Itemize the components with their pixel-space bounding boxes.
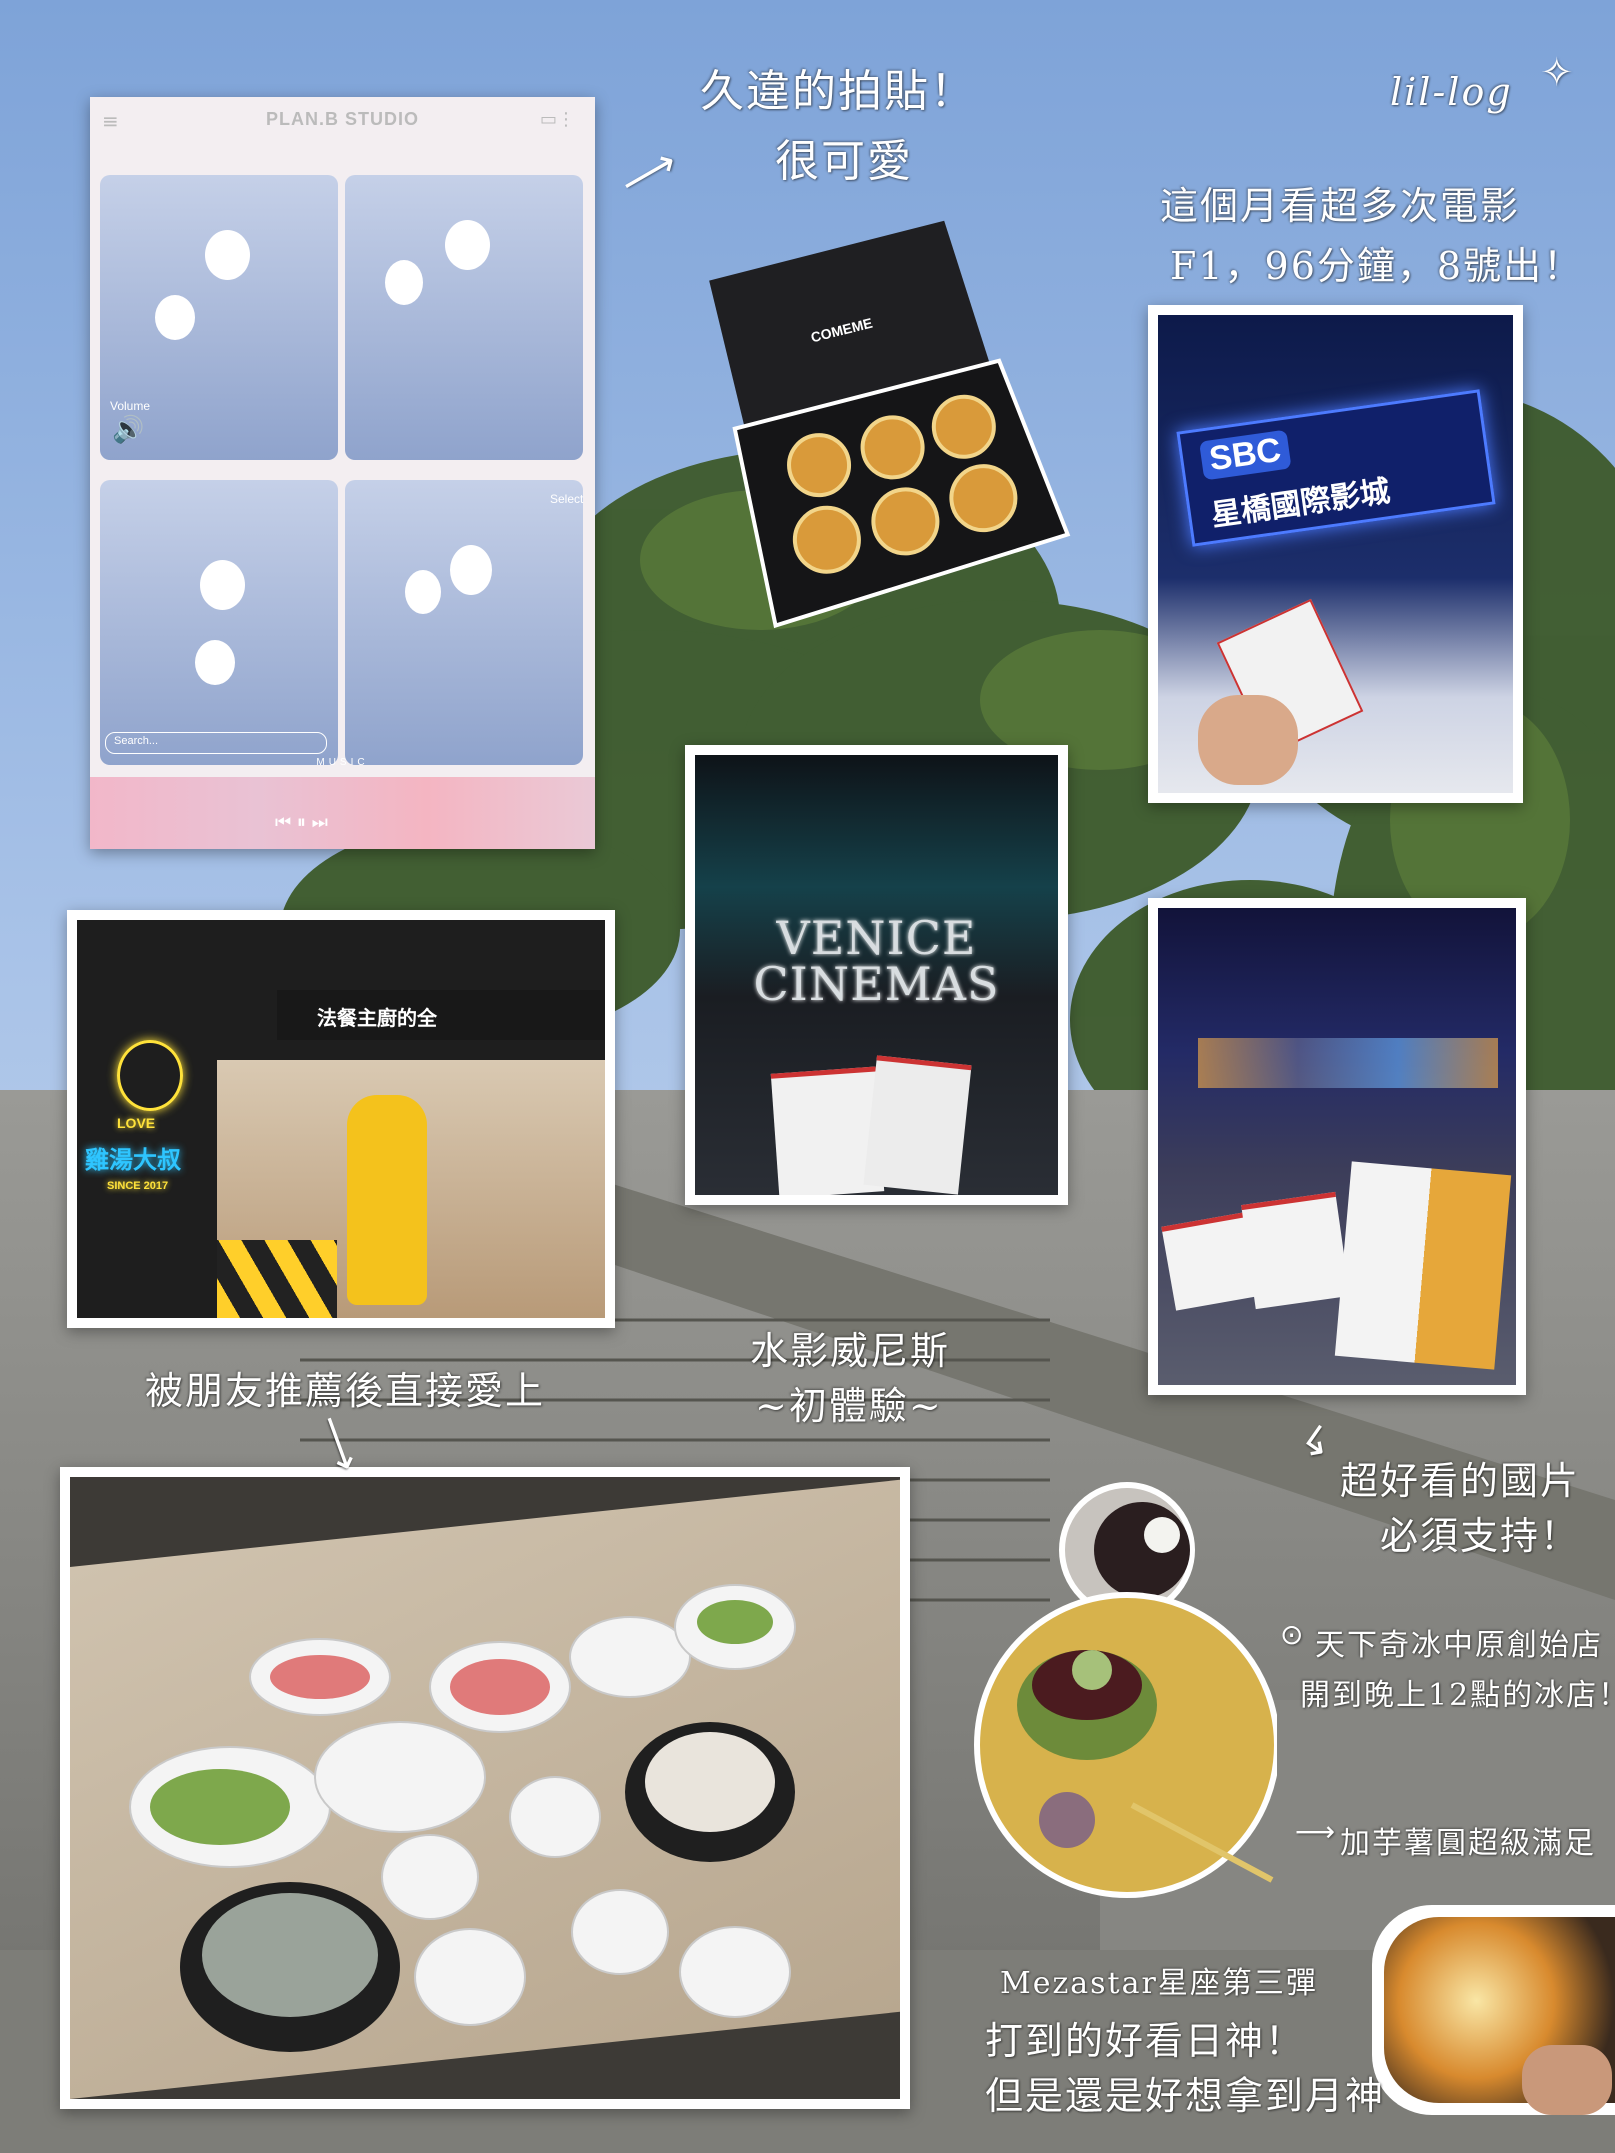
- venice-line1: VENICE: [776, 911, 977, 965]
- photobooth-note-line2: 很可愛: [775, 136, 913, 187]
- flower-strip: [90, 777, 595, 849]
- blurred-face: [450, 545, 492, 595]
- hand: [1522, 2045, 1612, 2115]
- sbc-cinema-photo: SBC 星橋國際影城: [1148, 305, 1523, 803]
- location-pin-icon: ⊙: [1280, 1618, 1304, 1651]
- sbc-sign: SBC 星橋國際影城: [1176, 389, 1496, 547]
- photo-strip-cell-4: [345, 480, 583, 765]
- select-label[interactable]: Select: [550, 492, 583, 506]
- korean-movie-note-line2: 必須支持！: [1380, 1514, 1581, 1558]
- arrow-icon: ⟶: [1295, 1815, 1336, 1848]
- restaurant-sign-bar: 法餐主廚的全: [277, 990, 605, 1040]
- sparkle-icon: ✧: [1540, 50, 1574, 96]
- blurred-face: [205, 230, 250, 280]
- blurred-face: [155, 295, 195, 340]
- search-placeholder: Search...: [114, 735, 159, 747]
- volume-label[interactable]: Volume: [110, 399, 150, 413]
- neon-sign: LOVE 雞湯大叔 SINCE 2017: [77, 1020, 217, 1250]
- yellow-mascot-standee: [347, 1095, 427, 1305]
- blurred-face: [195, 640, 235, 685]
- shaved-ice-dessert: [974, 1482, 1280, 1898]
- venice-sign: VENICE CINEMAS: [695, 915, 1058, 1007]
- mezastar-card-photo: [1372, 1905, 1615, 2115]
- photobooth-screenshot: ≡ PLAN.B STUDIO ▭⋮ Volume 🔊 Select Searc…: [90, 97, 595, 849]
- venice-ticket-2: [863, 1055, 972, 1195]
- lobby-lights: [1198, 1038, 1498, 1088]
- mezastar-note-line2: 打到的好看日神！: [985, 2019, 1306, 2063]
- shaved-ice-photo: [972, 1480, 1280, 1900]
- blurred-face: [405, 570, 441, 614]
- neon-top: LOVE: [117, 1115, 156, 1131]
- ice-shop-note-line2: 開到晚上12點的冰店！: [1300, 1678, 1615, 1713]
- egg-tart-box: [709, 220, 1071, 629]
- hot-pot-dishes: [129, 1584, 796, 2052]
- popcorn-bag: [1334, 1161, 1512, 1370]
- neon-face-icon: [117, 1040, 183, 1111]
- chicken-soup-restaurant-photo: 法餐主廚的全 LOVE 雞湯大叔 SINCE 2017: [67, 910, 615, 1328]
- ice-shop-note-line1: 天下奇冰中原創始店: [1315, 1628, 1603, 1663]
- venice-lobby-photo: [1148, 898, 1526, 1395]
- photo-strip-cell-3: [100, 480, 338, 765]
- photobooth-top-bar: ≡ PLAN.B STUDIO ▭⋮: [90, 97, 595, 147]
- lobby-ticket-2: [1241, 1191, 1350, 1310]
- hand: [1198, 695, 1298, 785]
- search-input[interactable]: Search...: [105, 732, 327, 754]
- movies-note-line1: 這個月看超多次電影: [1160, 184, 1521, 228]
- blurred-face: [385, 260, 423, 305]
- mezastar-note-line3: 但是還是好想拿到月神: [985, 2074, 1386, 2118]
- blurred-face: [445, 220, 490, 270]
- mezastar-note-line1: Mezastar星座第三彈: [1000, 1966, 1318, 2001]
- photobooth-note-line1: 久違的拍貼！: [700, 66, 976, 117]
- music-label: MUSIC: [316, 757, 369, 768]
- venice-note-line2: ~初體驗~: [755, 1384, 943, 1428]
- neon-since: SINCE 2017: [107, 1180, 169, 1192]
- korean-movie-note-line1: 超好看的國片: [1340, 1459, 1581, 1503]
- movies-note-line2: F1，96分鐘，8號出！: [1170, 244, 1584, 288]
- sbc-name: 星橋國際影城: [1209, 474, 1393, 533]
- speaker-icon[interactable]: 🔊: [112, 415, 144, 445]
- photo-strip-cell-2: [345, 175, 583, 460]
- venice-line2: CINEMAS: [753, 957, 1000, 1011]
- hot-pot-table-photo: [60, 1467, 910, 2109]
- venice-cinemas-photo: VENICE CINEMAS: [685, 745, 1068, 1205]
- signature: lil-log: [1390, 70, 1513, 114]
- sbc-logo: SBC: [1199, 429, 1292, 481]
- yellow-floor: [217, 1240, 337, 1318]
- hotpot-note: 被朋友推薦後直接愛上: [145, 1369, 546, 1413]
- taro-note: 加芋薯圓超級滿足: [1340, 1826, 1596, 1861]
- play-controls-icon[interactable]: ⏮ ⏸ ⏭: [275, 812, 328, 833]
- neon-main: 雞湯大叔: [85, 1147, 181, 1174]
- cast-icon[interactable]: ▭⋮: [540, 109, 575, 130]
- venice-note-line1: 水影威尼斯: [750, 1329, 951, 1373]
- egg-tart-box-photo: COMEME: [685, 205, 1085, 640]
- restaurant-sign: 法餐主廚的全: [317, 1008, 437, 1030]
- photobooth-title: PLAN.B STUDIO: [265, 109, 419, 129]
- blurred-face: [200, 560, 245, 610]
